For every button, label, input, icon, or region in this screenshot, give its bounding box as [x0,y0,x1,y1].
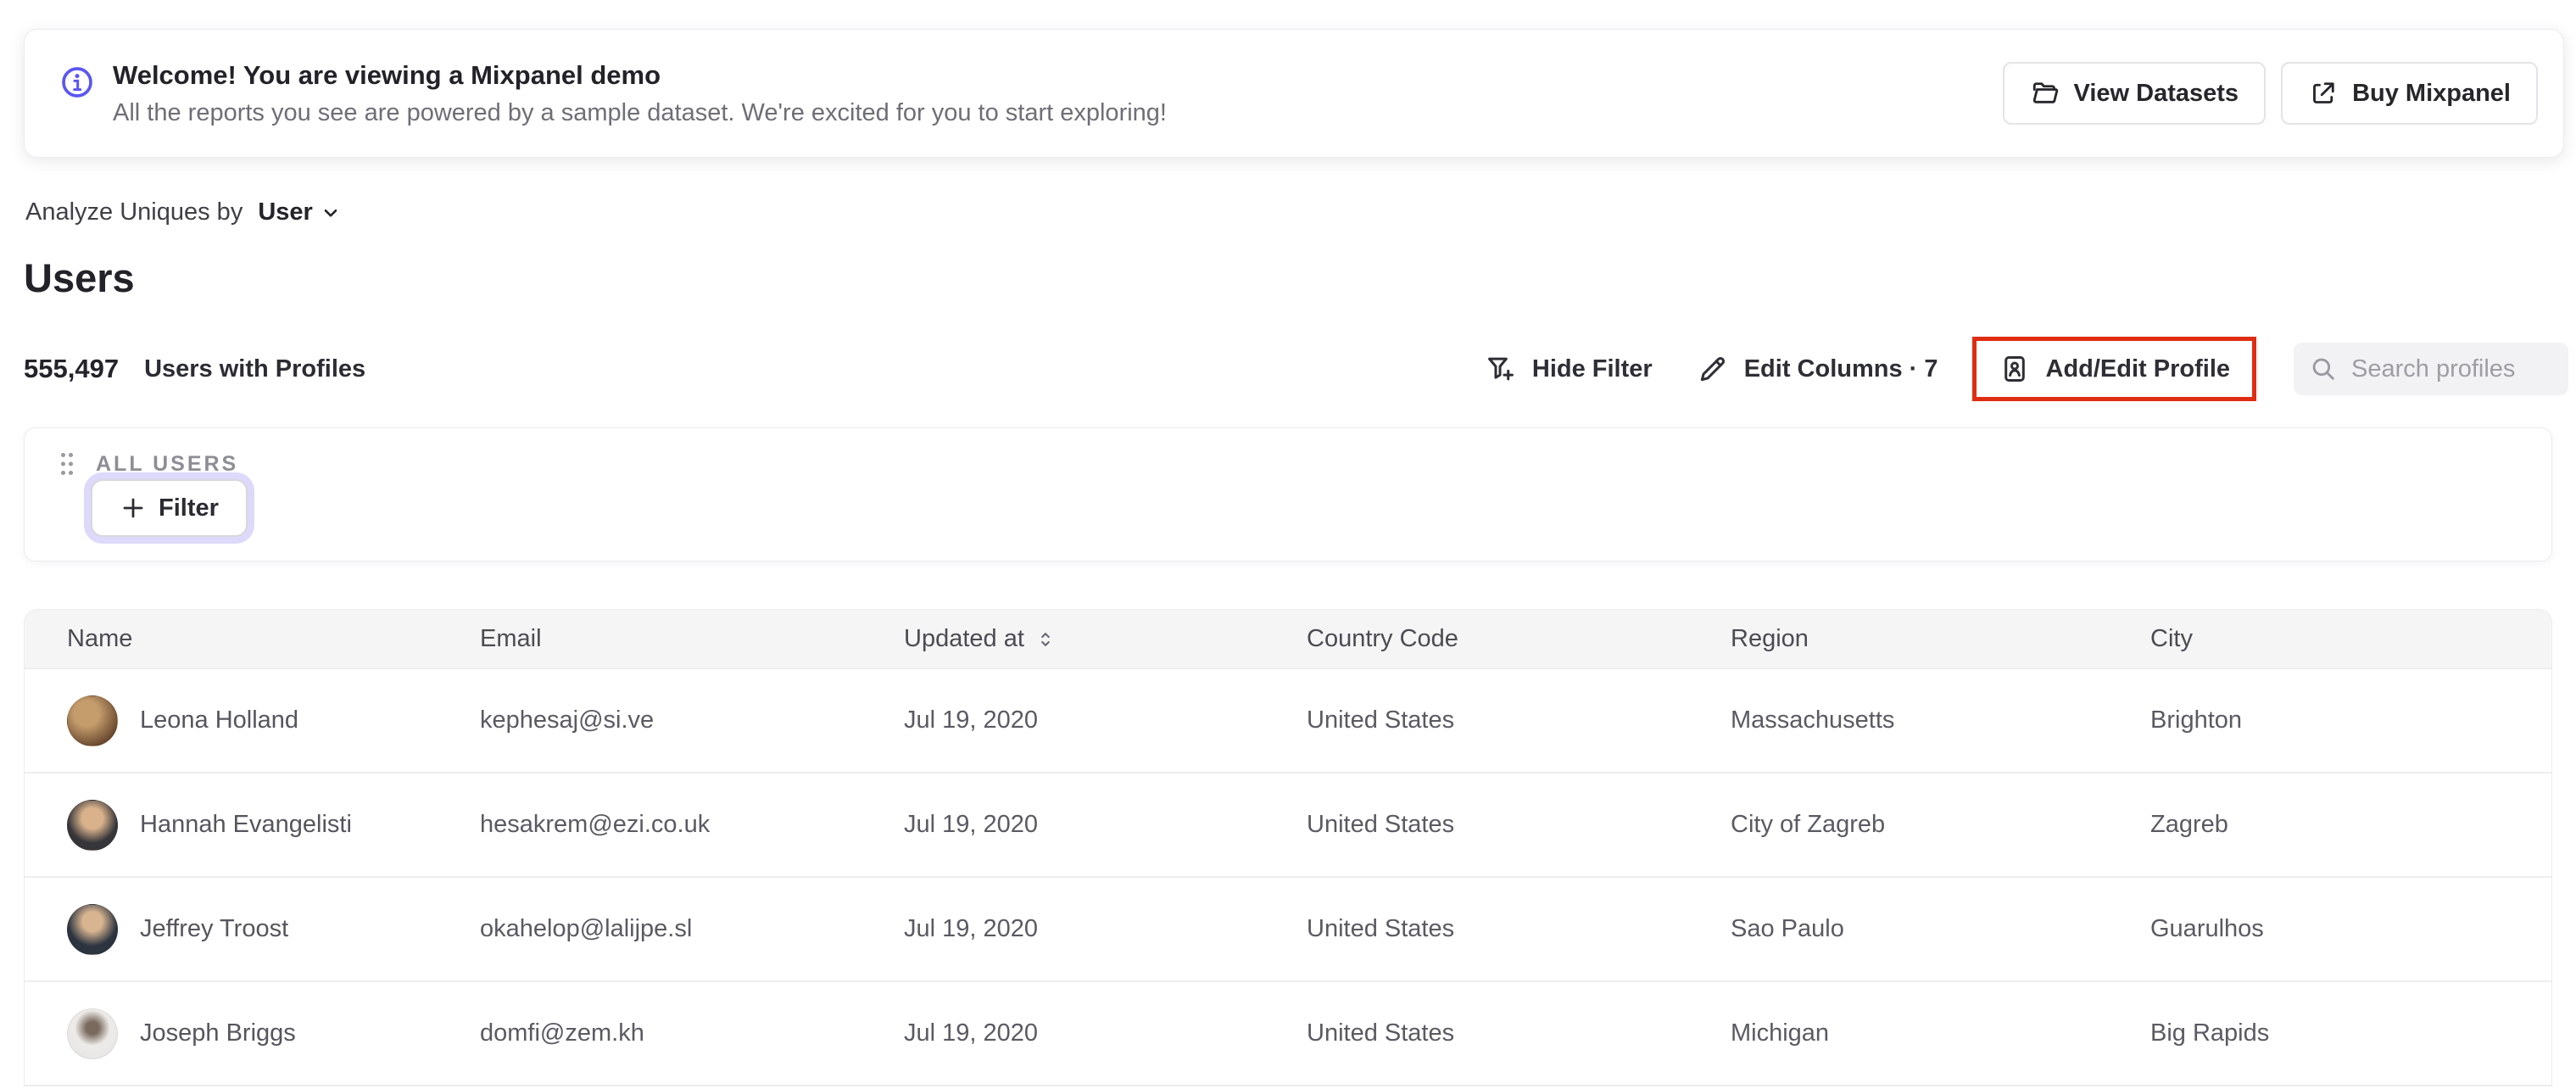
hide-filter-button[interactable]: Hide Filter [1485,353,1653,385]
region-cell: City of Zagreb [1731,811,1886,838]
header-region: Region [1731,625,1809,652]
header-email: Email [480,625,542,652]
email-cell: domfi@zem.kh [480,1019,644,1047]
banner-subtitle: All the reports you see are powered by a… [113,98,1167,126]
country-cell: United States [1307,915,1455,942]
analyze-by-dropdown[interactable]: User [258,198,342,226]
city-cell: Zagreb [2150,811,2228,838]
search-profiles-box [2294,343,2568,395]
analyze-uniques-row: Analyze Uniques by User [25,198,342,226]
buy-mixpanel-label: Buy Mixpanel [2352,79,2511,107]
user-name-cell: Joseph Briggs [67,1008,480,1059]
updated-cell: Jul 19, 2020 [904,706,1039,734]
user-name-cell: Leona Holland [67,695,480,746]
pencil-icon [1700,356,1725,382]
drag-handle-icon[interactable] [57,449,77,479]
add-filter-label: Filter [159,494,219,522]
country-cell: United States [1307,811,1455,838]
region-cell: Sao Paulo [1731,915,1844,942]
hide-filter-label: Hide Filter [1531,355,1653,383]
user-count: 555,497 [24,354,120,383]
users-table: Name Email Updated at Country Code Regio… [24,609,2552,1086]
table-header-row: Name Email Updated at Country Code Regio… [25,610,2551,669]
updated-cell: Jul 19, 2020 [904,915,1039,942]
edit-columns-button[interactable]: Edit Columns · 7 [1697,353,1938,385]
header-city: City [2150,625,2193,652]
add-edit-profile-button[interactable]: Add/Edit Profile [1999,353,2231,385]
red-annotation-rectangle: Add/Edit Profile [1971,337,2256,401]
city-cell: Big Rapids [2150,1019,2270,1047]
folder-icon [2032,82,2058,103]
region-cell: Massachusetts [1731,706,1895,734]
search-profiles-input[interactable] [2351,355,2546,383]
country-cell: United States [1307,1019,1455,1047]
avatar [67,1008,118,1059]
email-cell: hesakrem@ezi.co.uk [480,811,711,838]
profile-badge-icon [2004,356,2025,382]
table-row[interactable]: Hannah Evangelisti hesakrem@ezi.co.uk Ju… [25,773,2551,878]
banner-title: Welcome! You are viewing a Mixpanel demo [113,59,661,90]
filter-funnel-icon [1487,357,1514,381]
analyze-by-value: User [258,198,313,226]
avatar [67,799,118,851]
add-edit-profile-label: Add/Edit Profile [2045,355,2231,383]
city-cell: Brighton [2150,706,2243,734]
updated-cell: Jul 19, 2020 [904,811,1039,838]
filter-panel: ALL USERS Filter [24,427,2552,561]
email-cell: kephesaj@si.ve [480,706,655,734]
table-row[interactable]: Leona Holland kephesaj@si.ve Jul 19, 202… [25,669,2551,773]
user-count-label: Users with Profiles [144,355,366,383]
user-name-cell: Hannah Evangelisti [67,799,480,851]
table-row[interactable]: Jeffrey Troost okahelop@lalijpe.sl Jul 1… [25,878,2551,982]
region-cell: Michigan [1731,1019,1830,1047]
buy-mixpanel-button[interactable]: Buy Mixpanel [2281,62,2538,125]
avatar [67,903,118,955]
info-icon [62,67,92,98]
welcome-banner: Welcome! You are viewing a Mixpanel demo… [24,29,2564,158]
plus-icon [123,498,143,518]
user-name-cell: Jeffrey Troost [67,903,480,955]
view-datasets-button[interactable]: View Datasets [2002,62,2267,125]
email-cell: okahelop@lalijpe.sl [480,915,693,942]
table-row[interactable]: Joseph Briggs domfi@zem.kh Jul 19, 2020 … [25,982,2551,1086]
group-label: ALL USERS [96,451,239,476]
search-icon [2312,358,2334,380]
external-link-icon [2313,82,2334,103]
page-title: Users [24,255,135,300]
avatar [67,695,118,746]
analyze-label: Analyze Uniques by [25,198,243,226]
header-name: Name [67,625,133,652]
city-cell: Guarulhos [2150,915,2264,942]
updated-cell: Jul 19, 2020 [904,1019,1039,1047]
view-datasets-label: View Datasets [2073,79,2239,107]
header-updated-at[interactable]: Updated at [904,625,1307,653]
stats-toolbar-row: 555,497 Users with Profiles Hide Filter … [24,337,2568,401]
chevron-down-icon [324,209,337,217]
add-filter-button[interactable]: Filter [91,479,248,537]
sort-icon [1041,632,1050,646]
country-cell: United States [1307,706,1455,734]
header-country-code: Country Code [1307,625,1458,652]
edit-columns-label: Edit Columns · 7 [1743,355,1938,383]
